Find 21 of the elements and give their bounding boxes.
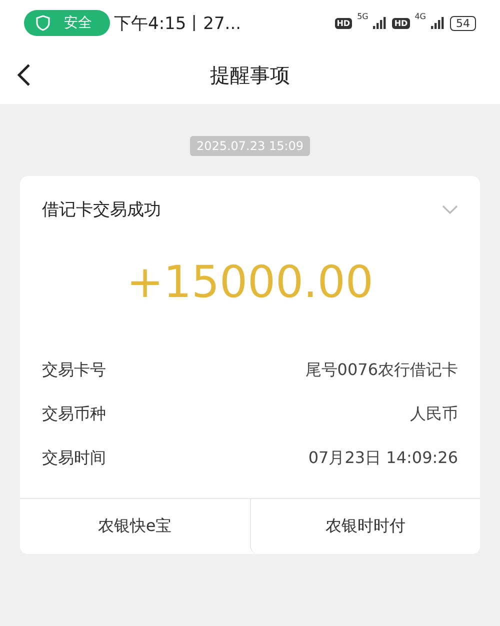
field-label: 交易时间 xyxy=(42,448,106,468)
timestamp: 2025.07.23 15:09 xyxy=(190,136,310,156)
page-title: 提醒事项 xyxy=(210,62,290,88)
hd-badge: HD xyxy=(334,18,352,28)
back-icon[interactable] xyxy=(16,63,32,87)
amount: +15000.00 xyxy=(126,257,374,308)
card-title: 借记卡交易成功 xyxy=(42,199,161,221)
field-value: 尾号0076农行借记卡 xyxy=(305,360,458,380)
field-label: 交易币种 xyxy=(42,404,106,424)
signal-icon xyxy=(431,17,445,29)
status-time: 下午4:15丨27... xyxy=(114,12,242,34)
action-button[interactable]: 农银时时付 xyxy=(250,499,480,554)
field-value: 07月23日 14:09:26 xyxy=(308,448,458,468)
field-label: 交易卡号 xyxy=(42,360,106,380)
signal-icon xyxy=(373,17,388,29)
network-type: 4G xyxy=(414,12,426,20)
hd-badge: HD xyxy=(392,18,410,28)
network-type: 5G xyxy=(357,12,368,20)
field-value: 人民币 xyxy=(410,404,458,424)
battery-level: 54 xyxy=(450,16,476,30)
shield-icon xyxy=(36,15,50,31)
